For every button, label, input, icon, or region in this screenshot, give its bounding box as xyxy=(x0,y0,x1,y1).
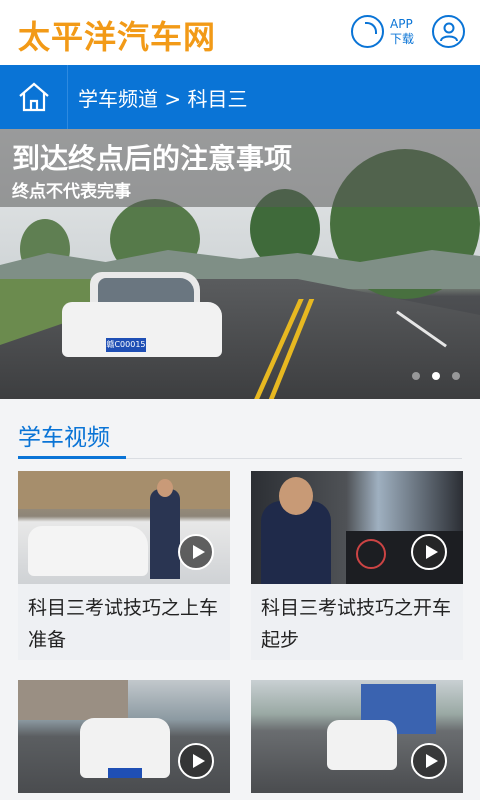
banner-subtitle: 终点不代表完事 xyxy=(12,182,131,202)
channel-navbar: 学车频道 > 科目三 xyxy=(0,65,480,129)
user-icon[interactable] xyxy=(432,15,465,48)
thumb-person-head xyxy=(157,479,173,497)
home-icon xyxy=(18,82,49,112)
thumb-person xyxy=(150,489,180,579)
thumb-building xyxy=(18,680,128,720)
home-button[interactable] xyxy=(0,65,68,129)
app-download-button[interactable]: APP 下载 xyxy=(351,15,414,48)
breadcrumb[interactable]: 学车频道 > 科目三 xyxy=(78,65,247,129)
video-thumbnail xyxy=(18,680,230,793)
app-label-top: APP xyxy=(390,16,413,31)
play-icon[interactable] xyxy=(178,534,214,570)
carousel-pagination xyxy=(412,372,460,380)
thumb-person-head xyxy=(279,477,313,515)
play-icon[interactable] xyxy=(178,743,214,779)
video-thumbnail xyxy=(251,680,463,793)
video-thumbnail xyxy=(251,471,463,584)
play-icon[interactable] xyxy=(411,743,447,779)
thumb-car xyxy=(327,720,397,770)
page-root: 太平洋汽车网 APP 下载 学车频道 > 科目三 赣C00015 到达终点后的注… xyxy=(0,0,480,800)
banner-carousel[interactable]: 赣C00015 到达终点后的注意事项 终点不代表完事 xyxy=(0,129,480,399)
banner-car: 赣C00015 xyxy=(62,272,222,372)
app-download-icon xyxy=(351,15,384,48)
thumb-building xyxy=(18,471,230,509)
video-title: 科目三考试技巧之开车起步 xyxy=(251,584,463,660)
play-icon[interactable] xyxy=(411,534,447,570)
app-label-bottom: 下载 xyxy=(390,31,415,46)
video-thumbnail xyxy=(18,471,230,584)
site-logo[interactable]: 太平洋汽车网 xyxy=(18,12,216,58)
carousel-dot[interactable] xyxy=(432,372,440,380)
app-download-label: APP 下载 xyxy=(390,17,414,47)
video-card[interactable] xyxy=(251,680,463,793)
video-card[interactable]: 科目三考试技巧之上车准备 xyxy=(18,471,230,660)
thumb-car-plate xyxy=(108,768,142,778)
thumb-gauge xyxy=(356,539,386,569)
banner-title[interactable]: 到达终点后的注意事项 xyxy=(12,137,292,177)
section-title: 学车视频 xyxy=(18,425,110,451)
video-title: 科目三考试技巧之上车准备 xyxy=(18,584,230,660)
carousel-dot[interactable] xyxy=(452,372,460,380)
carousel-dot[interactable] xyxy=(412,372,420,380)
top-header: 太平洋汽车网 APP 下载 xyxy=(0,0,480,65)
thumb-car xyxy=(28,526,148,576)
video-card[interactable] xyxy=(18,680,230,793)
section-underline xyxy=(18,456,126,459)
video-card[interactable]: 科目三考试技巧之开车起步 xyxy=(251,471,463,660)
car-plate: 赣C00015 xyxy=(106,338,146,352)
